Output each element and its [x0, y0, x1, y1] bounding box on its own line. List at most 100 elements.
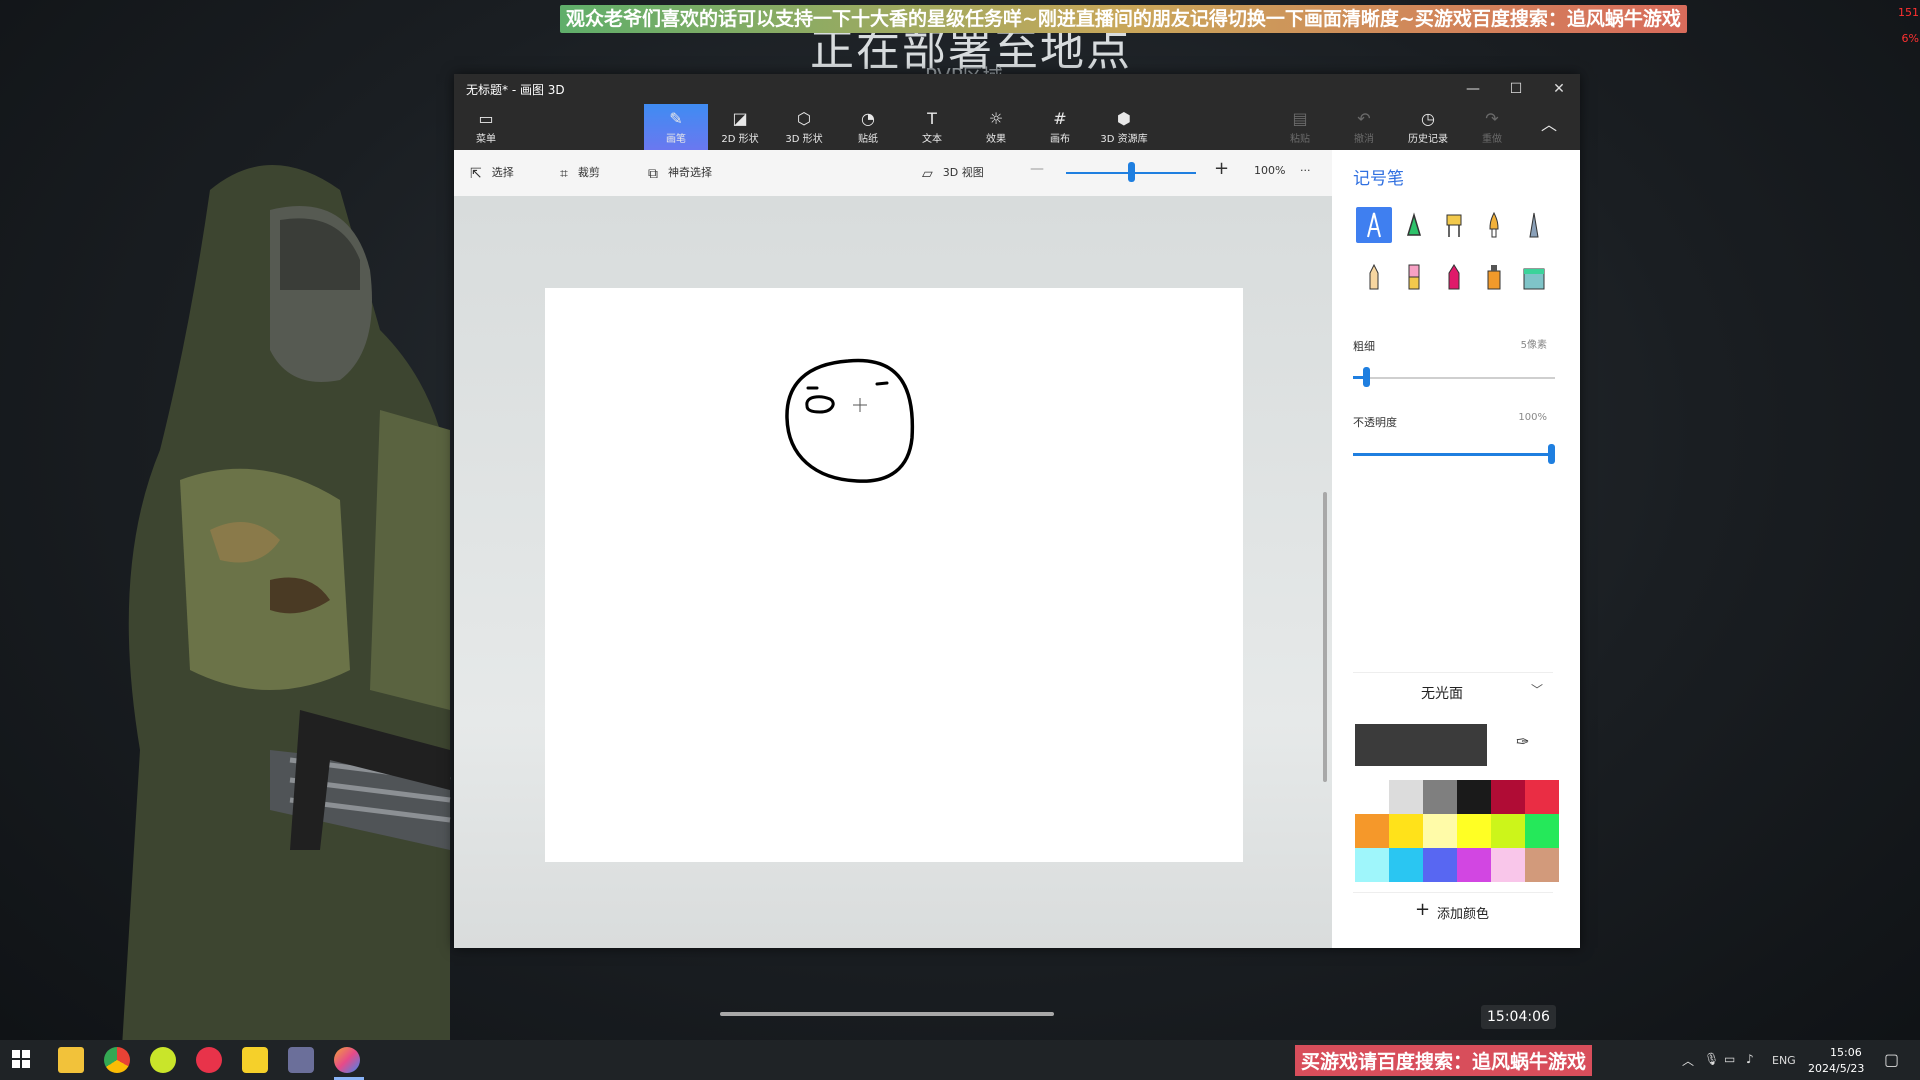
color-swatch[interactable] [1423, 848, 1457, 882]
color-swatch[interactable] [1389, 848, 1423, 882]
tab-brushes[interactable]: ✎ 画笔 [644, 104, 708, 150]
crop-icon: ⌗ [560, 166, 568, 182]
select-label: 选择 [491, 166, 514, 179]
color-swatch[interactable] [1355, 814, 1389, 848]
color-swatch[interactable] [1389, 814, 1423, 848]
thickness-slider-thumb[interactable] [1363, 367, 1370, 387]
crop-label: 裁剪 [577, 166, 600, 179]
language-indicator[interactable]: ENG [1772, 1054, 1796, 1067]
vertical-scrollbar[interactable] [1323, 492, 1327, 782]
tab-3d-shapes[interactable]: ⬡ 3D 形状 [772, 104, 836, 150]
windows-start-icon[interactable] [12, 1050, 30, 1068]
thickness-value[interactable]: 5像素 [1487, 336, 1547, 351]
canvas-workspace[interactable] [454, 196, 1332, 1016]
window-title: 无标题* - 画图 3D [466, 83, 565, 97]
color-swatch[interactable] [1423, 780, 1457, 814]
tab-2d-shapes[interactable]: ◪ 2D 形状 [708, 104, 772, 150]
color-swatch[interactable] [1457, 848, 1491, 882]
chrome-icon[interactable] [104, 1047, 130, 1073]
notification-icon[interactable]: ▢ [1884, 1050, 1899, 1069]
pencil-button[interactable] [1356, 259, 1392, 295]
menu-button[interactable]: ▭ 菜单 [454, 104, 518, 150]
app-green-icon[interactable] [150, 1047, 176, 1073]
menu-label: 菜单 [476, 134, 496, 145]
crayon-button[interactable] [1436, 259, 1472, 295]
tab-label: 贴纸 [858, 134, 878, 145]
color-swatch[interactable] [1525, 848, 1559, 882]
horizontal-scrollbar[interactable] [720, 1012, 1054, 1016]
marker-brush-button[interactable] [1356, 207, 1392, 243]
color-swatch[interactable] [1355, 780, 1389, 814]
color-swatch[interactable] [1355, 848, 1389, 882]
color-swatch[interactable] [1491, 780, 1525, 814]
eraser-button[interactable] [1396, 259, 1432, 295]
more-options-button[interactable]: ··· [1300, 164, 1311, 177]
owl-app-icon[interactable] [242, 1047, 268, 1073]
color-swatch[interactable] [1423, 814, 1457, 848]
opacity-slider-fill [1353, 453, 1548, 456]
calligraphy-pen-button[interactable] [1396, 207, 1432, 243]
current-color[interactable] [1355, 724, 1487, 766]
thickness-label: 粗细 [1353, 340, 1375, 353]
file-explorer-icon[interactable] [58, 1047, 84, 1073]
minimize-button[interactable]: — [1452, 74, 1494, 104]
tab-effects[interactable]: ☼ 效果 [964, 104, 1028, 150]
tab-canvas[interactable]: # 画布 [1028, 104, 1092, 150]
clock-time[interactable]: 15:06 [1830, 1046, 1862, 1059]
add-color-button[interactable]: + 添加颜色 [1353, 892, 1553, 925]
panel-title: 记号笔 [1353, 169, 1404, 189]
maximize-button[interactable]: ☐ [1495, 74, 1537, 104]
history-button[interactable]: ◷ 历史记录 [1396, 104, 1460, 150]
game-app-icon[interactable] [288, 1047, 314, 1073]
secondary-toolbar: ⇱ 选择 ⌗ 裁剪 ⧉ 神奇选择 ▱ 3D 视图 — + 100% ··· [454, 150, 1332, 197]
color-swatch[interactable] [1525, 814, 1559, 848]
crop-tool[interactable]: ⌗ 裁剪 [560, 164, 600, 182]
collapse-ribbon-button[interactable]: ︿ [1524, 104, 1574, 150]
tab-stickers[interactable]: ◔ 贴纸 [836, 104, 900, 150]
eyedropper-icon[interactable]: ✑ [1516, 732, 1529, 751]
color-swatch[interactable] [1389, 780, 1423, 814]
drawing-canvas[interactable] [545, 288, 1243, 862]
color-swatch[interactable] [1525, 780, 1559, 814]
network-icon[interactable]: ▭ [1724, 1052, 1735, 1066]
finish-dropdown[interactable]: 无光面 ﹀ [1353, 672, 1553, 713]
thickness-slider-fill [1353, 376, 1363, 379]
color-swatch[interactable] [1491, 848, 1525, 882]
tab-text[interactable]: T 文本 [900, 104, 964, 150]
netease-music-icon[interactable] [196, 1047, 222, 1073]
opacity-value[interactable]: 100% [1487, 412, 1547, 423]
crosshair-cursor [853, 398, 867, 412]
paste-button[interactable]: ▤ 粘贴 [1268, 104, 1332, 150]
taskbar [0, 1040, 1920, 1080]
magic-select-label: 神奇选择 [668, 166, 712, 179]
magic-select-tool[interactable]: ⧉ 神奇选择 [648, 164, 712, 182]
history-label: 历史记录 [1408, 134, 1448, 145]
zoom-slider-thumb[interactable] [1128, 162, 1135, 182]
microphone-icon[interactable]: 🎙 [1704, 1052, 1719, 1066]
redo-button[interactable]: ↷ 重做 [1460, 104, 1524, 150]
thickness-slider-track[interactable] [1353, 377, 1555, 379]
color-swatch[interactable] [1457, 814, 1491, 848]
tab-label: 3D 形状 [785, 134, 823, 145]
close-button[interactable]: ✕ [1538, 74, 1580, 104]
pixel-pen-button[interactable] [1516, 207, 1552, 243]
clock-date[interactable]: 2024/5/23 [1808, 1062, 1864, 1075]
zoom-out-button[interactable]: — [1030, 161, 1044, 177]
opacity-slider-thumb[interactable] [1548, 444, 1555, 464]
tray-chevron-icon[interactable]: ︿ [1682, 1052, 1694, 1069]
spray-can-button[interactable] [1476, 259, 1512, 295]
oil-brush-button[interactable] [1436, 207, 1472, 243]
view-3d-toggle[interactable]: ▱ 3D 视图 [922, 164, 984, 182]
fill-bucket-button[interactable] [1516, 259, 1552, 295]
magic-select-icon: ⧉ [648, 166, 658, 182]
undo-button[interactable]: ↶ 撤消 [1332, 104, 1396, 150]
paint3d-taskbar-icon[interactable] [334, 1047, 360, 1073]
color-swatch[interactable] [1457, 780, 1491, 814]
zoom-in-button[interactable]: + [1214, 158, 1229, 179]
title-bar[interactable]: 无标题* - 画图 3D — ☐ ✕ [454, 74, 1580, 104]
color-swatch[interactable] [1491, 814, 1525, 848]
volume-icon[interactable]: ♪ [1746, 1052, 1754, 1066]
select-tool[interactable]: ⇱ 选择 [470, 164, 514, 182]
tab-3d-library[interactable]: ⬢ 3D 资源库 [1092, 104, 1156, 150]
watercolor-brush-button[interactable] [1476, 207, 1512, 243]
